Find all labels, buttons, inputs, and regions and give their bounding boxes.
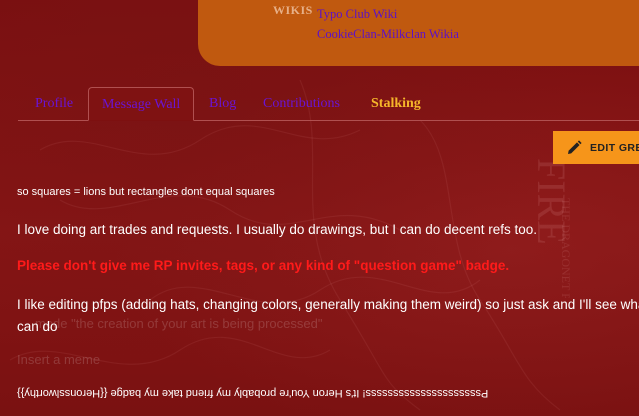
- tab-profile[interactable]: Profile: [35, 87, 73, 120]
- edit-greeting-label: EDIT GRE: [590, 141, 639, 154]
- wiki-link-typo-club[interactable]: Typo Club Wiki: [317, 7, 397, 22]
- profile-tabs: Profile Message Wall Blog Contributions …: [18, 87, 639, 121]
- wikis-label: WIKIS: [273, 3, 313, 17]
- upside-down-message: Psssssssssssssssssssss! It's Heron You'r…: [17, 387, 489, 399]
- pencil-icon: [568, 139, 582, 154]
- edit-greeting-button[interactable]: EDIT GRE: [553, 131, 639, 164]
- tab-contributions[interactable]: Contributions: [263, 87, 340, 120]
- watermark-fire: FIRE THE DRAGONET PROPHECY: [529, 158, 574, 298]
- faded-text-processing: mode "the creation of your art is being …: [35, 316, 323, 331]
- tab-stalking[interactable]: Stalking: [371, 87, 421, 120]
- profile-paragraph-art: I love doing art trades and requests. I …: [17, 222, 538, 237]
- profile-line-small: so squares = lions but rectangles dont e…: [17, 186, 275, 198]
- svg-text:THE DRAGONET PROPHECY: THE DRAGONET PROPHECY: [559, 198, 573, 298]
- wiki-link-cookieclan[interactable]: CookieClan-Milkclan Wikia: [317, 27, 459, 42]
- tab-blog[interactable]: Blog: [209, 87, 236, 120]
- profile-warning: Please don't give me RP invites, tags, o…: [17, 258, 510, 273]
- tab-message-wall[interactable]: Message Wall: [88, 87, 195, 121]
- faded-text-meme: Insert a meme: [17, 352, 101, 367]
